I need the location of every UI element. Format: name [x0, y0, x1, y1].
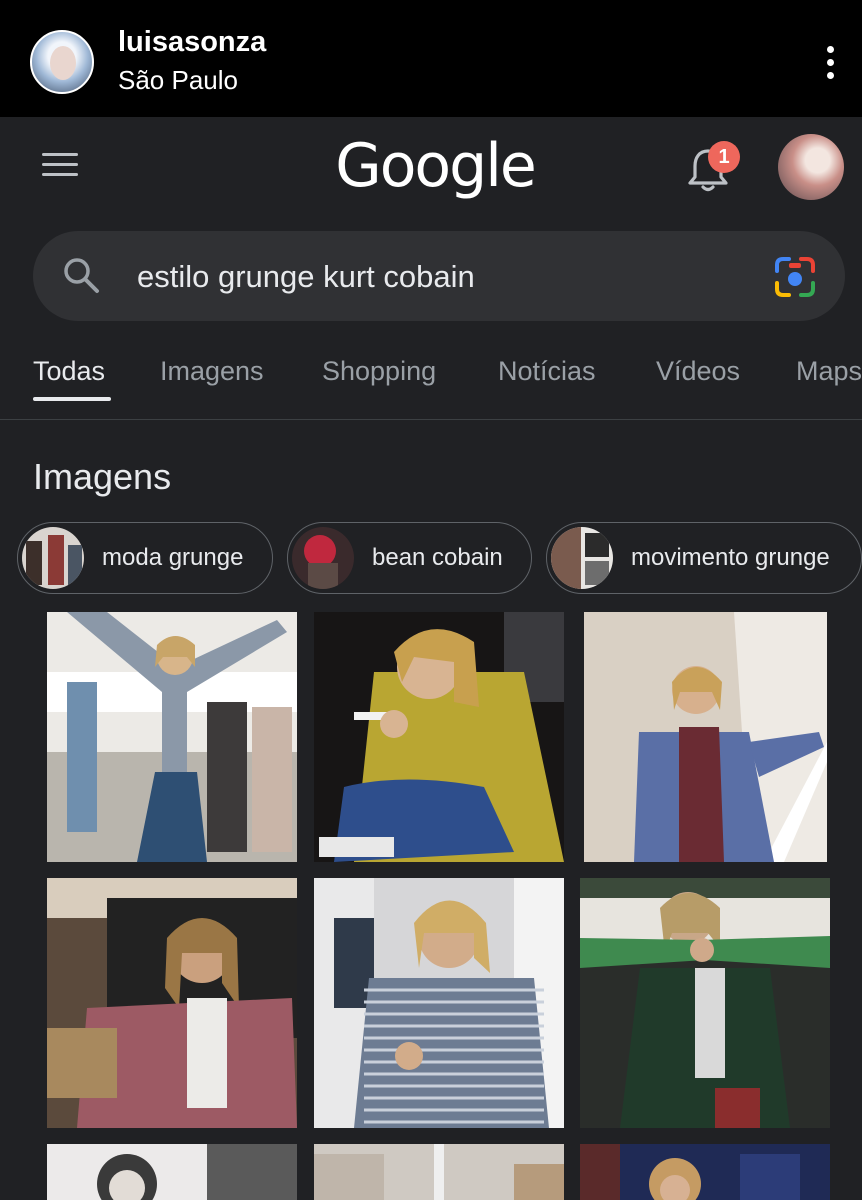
google-logo: Google — [335, 131, 537, 201]
notification-badge: 1 — [708, 141, 740, 173]
image-result[interactable] — [584, 612, 827, 862]
chip-bean-cobain[interactable]: bean cobain — [287, 522, 532, 594]
tab-shopping[interactable]: Shopping — [322, 356, 436, 387]
tab-maps[interactable]: Maps — [796, 356, 862, 387]
search-tabs: Todas Imagens Shopping Notícias Vídeos M… — [0, 340, 862, 420]
chip-thumbnail — [292, 527, 354, 589]
image-result[interactable] — [47, 612, 297, 862]
chip-thumbnail — [551, 527, 613, 589]
tab-imagens[interactable]: Imagens — [160, 356, 264, 387]
image-result[interactable] — [580, 878, 830, 1128]
chip-moda-grunge[interactable]: moda grunge — [17, 522, 273, 594]
search-box[interactable]: estilo grunge kurt cobain — [33, 231, 845, 321]
google-app-bar: Google 1 — [0, 117, 862, 217]
image-result[interactable] — [314, 878, 564, 1128]
image-result[interactable] — [314, 1144, 564, 1200]
story-location[interactable]: São Paulo — [118, 65, 238, 96]
chip-thumbnail — [22, 527, 84, 589]
tab-videos[interactable]: Vídeos — [656, 356, 740, 387]
images-section-title: Imagens — [33, 456, 172, 497]
image-result[interactable] — [314, 612, 564, 862]
chip-label: bean cobain — [372, 544, 503, 571]
image-result[interactable] — [47, 878, 297, 1128]
chip-label: movimento grunge — [631, 544, 830, 571]
image-result[interactable] — [580, 1144, 830, 1200]
search-query[interactable]: estilo grunge kurt cobain — [137, 259, 475, 295]
chip-movimento-grunge[interactable]: movimento grunge — [546, 522, 862, 594]
more-vertical-icon[interactable] — [820, 42, 840, 82]
story-avatar[interactable] — [30, 30, 94, 94]
chip-label: moda grunge — [102, 544, 244, 571]
profile-avatar[interactable] — [778, 134, 844, 200]
story-username[interactable]: luisasonza — [118, 26, 266, 59]
menu-icon[interactable] — [40, 150, 80, 180]
story-header: luisasonza São Paulo — [0, 0, 862, 117]
tab-todas[interactable]: Todas — [33, 356, 105, 387]
active-tab-indicator — [33, 397, 111, 401]
search-icon[interactable] — [61, 255, 101, 295]
image-result[interactable] — [47, 1144, 297, 1200]
lens-icon[interactable] — [773, 255, 817, 299]
tab-noticias[interactable]: Notícias — [498, 356, 596, 387]
